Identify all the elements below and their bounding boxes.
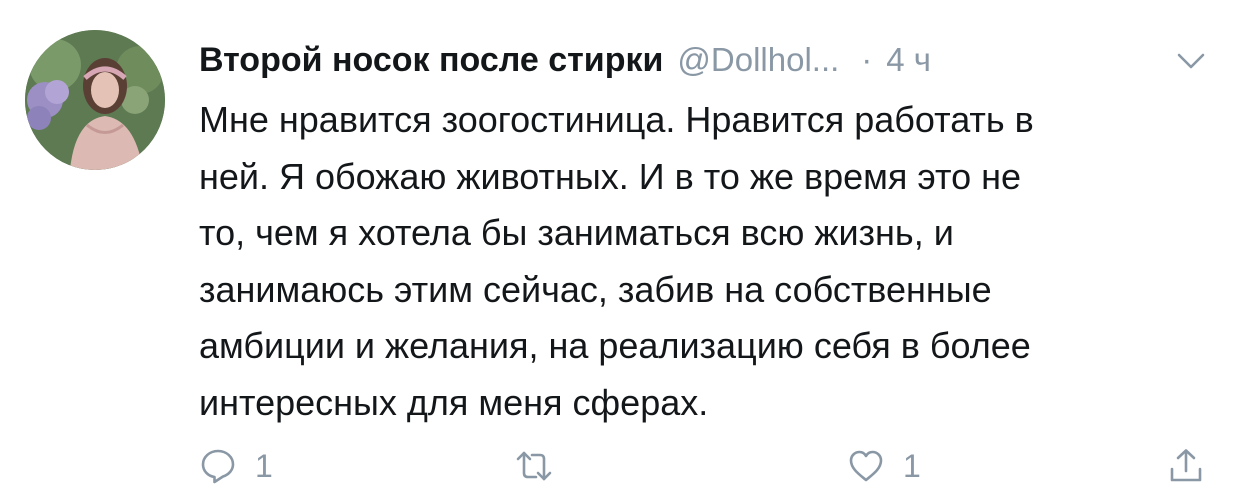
avatar-image [25,30,165,170]
like-button[interactable]: 1 [847,438,921,494]
tweet-text-line: амбиции и желания, на реализацию себя в … [199,325,1031,366]
retweet-icon [515,447,553,485]
retweet-button[interactable] [515,438,571,494]
tweet[interactable]: Второй носок после стирки @Dollhol... · … [0,0,1242,501]
tweet-text-line: то, чем я хотела бы заниматься всю жизнь… [199,212,954,253]
reply-count: 1 [255,447,273,484]
tweet-header: Второй носок после стирки @Dollhol... · … [199,36,1212,84]
avatar[interactable] [25,30,165,170]
reply-icon [199,447,237,485]
tweet-actions: 1 1 [199,438,1219,494]
tweet-text: Мне нравится зоогостиница. Нравится рабо… [199,92,1219,431]
user-handle[interactable]: @Dollhol... [677,41,839,79]
display-name[interactable]: Второй носок после стирки [199,41,663,80]
tweet-text-line: интересных для меня сферах. [199,381,709,423]
share-icon [1167,447,1205,485]
tweet-text-line: ней. Я обожаю животных. И в то же время … [199,155,1021,197]
timestamp[interactable]: 4 ч [886,41,931,79]
reply-button[interactable]: 1 [199,438,273,494]
share-button[interactable] [1167,438,1205,494]
heart-icon [847,447,885,485]
tweet-text-line: занимаюсь этим сейчас, забив на собствен… [199,268,992,310]
chevron-down-icon[interactable] [1174,44,1208,78]
like-count: 1 [903,447,921,484]
tweet-text-line: Мне нравится зоогостиница. Нравится рабо… [199,99,1034,140]
separator-dot: · [861,41,873,78]
